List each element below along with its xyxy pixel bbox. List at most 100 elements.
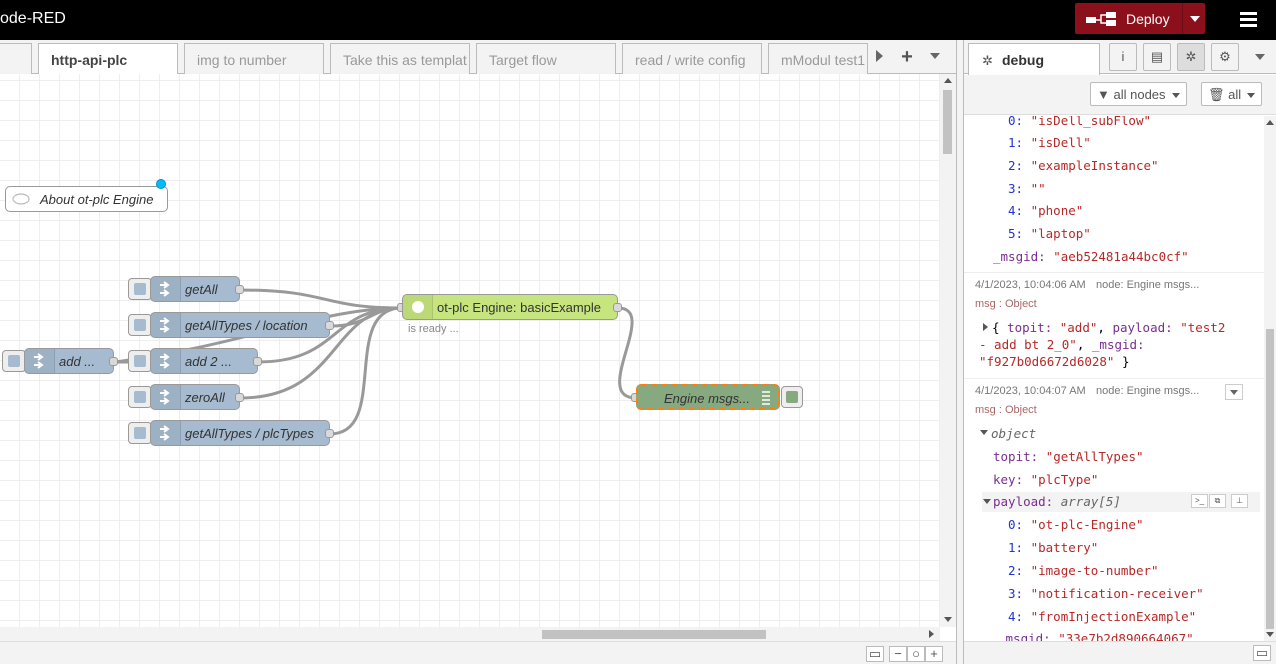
tab-http-api-plc[interactable]: http-api-plc <box>38 43 178 75</box>
output-port[interactable] <box>325 321 334 330</box>
inject-node-getall[interactable]: getAll <box>150 276 240 302</box>
changed-indicator <box>156 179 166 189</box>
output-port[interactable] <box>235 285 244 294</box>
menu-icon <box>1240 12 1257 15</box>
open-window-icon[interactable]: ▭ <box>1253 645 1271 661</box>
message-timestamp: 4/1/2023, 10:04:06 AM <box>975 279 1086 291</box>
object-label: object <box>991 426 1037 441</box>
deploy-button[interactable]: Deploy <box>1075 3 1205 34</box>
tab-take-this-as-template[interactable]: Take this as templat <box>330 43 470 74</box>
engine-icon <box>403 295 433 319</box>
inject-node-getalltypes-location[interactable]: getAllTypes / location <box>150 312 330 338</box>
zoom-out-icon[interactable]: − <box>889 646 907 662</box>
workspace-footer: ▭ − ○ + <box>0 641 956 664</box>
list-item: 0: "ot-plc-Engine" <box>1008 517 1144 532</box>
tab-img-to-number[interactable]: img to number <box>184 43 324 74</box>
clear-messages-button[interactable]: 🗑 all <box>1201 82 1263 106</box>
collapse-icon[interactable] <box>980 430 988 435</box>
workspace-tabbar: http-api-plc img to number Take this as … <box>0 40 956 75</box>
inject-label-getall: getAll <box>185 282 218 297</box>
comment-label: About ot-plc Engine <box>40 192 154 207</box>
workspace-horizontal-scrollbar[interactable] <box>0 627 940 641</box>
comment-node-about[interactable]: About ot-plc Engine <box>5 186 168 212</box>
inject-label-add2: add 2 ... <box>185 354 232 369</box>
list-item: 3: "notification-receiver" <box>1008 586 1204 601</box>
tab-list-button[interactable] <box>930 53 940 59</box>
message-node[interactable]: node: Engine msgs... <box>1096 385 1199 397</box>
info-icon[interactable]: i <box>1109 43 1137 71</box>
debug-list-icon <box>762 391 770 405</box>
inject-button-getall[interactable] <box>128 278 152 300</box>
inject-button-zeroall[interactable] <box>128 386 152 408</box>
flow-workspace[interactable]: About ot-plc Engine getAll getAllTypes /… <box>0 74 940 627</box>
inject-arrow-icon <box>151 313 181 337</box>
deploy-options-button[interactable] <box>1182 3 1205 34</box>
tab-target-flow[interactable]: Target flow <box>476 43 616 74</box>
inject-arrow-icon <box>151 349 181 373</box>
zoom-in-icon[interactable]: + <box>925 646 943 662</box>
app-header: ode-RED Deploy <box>0 0 1276 40</box>
pin-icon[interactable]: ⊥ <box>1231 494 1248 508</box>
add-tab-button[interactable]: + <box>896 46 918 68</box>
debug-message-list[interactable]: 0: "isDell_subFlow" 1: "isDell" 2: "exam… <box>964 116 1264 641</box>
copy-value-icon[interactable]: ⧉ <box>1209 494 1226 508</box>
message-body-line2: - add bt 2_0", _msgid: <box>979 337 1145 352</box>
debug-label: Engine msgs... <box>664 391 750 406</box>
map-icon[interactable]: ▭ <box>866 646 884 662</box>
sidebar-splitter[interactable] <box>956 40 964 664</box>
collapse-icon[interactable] <box>983 499 991 504</box>
inject-button-plctypes[interactable] <box>128 422 152 444</box>
book-icon[interactable]: ▤ <box>1143 43 1171 71</box>
list-item: 3: "" <box>1008 181 1046 196</box>
inject-button-location[interactable] <box>128 314 152 336</box>
sidebar-tabs: ✲ debug i ▤ ✲ ⚙ <box>964 40 1276 75</box>
message-node[interactable]: node: Engine msgs... <box>1096 279 1199 291</box>
bug-icon[interactable]: ✲ <box>1177 43 1205 71</box>
zoom-reset-icon[interactable]: ○ <box>907 646 925 662</box>
debug-node-engine-msgs[interactable]: Engine msgs... <box>636 384 780 410</box>
message-menu-button[interactable] <box>1225 384 1243 400</box>
output-port[interactable] <box>325 429 334 438</box>
property-payload[interactable]: payload: array[5] <box>993 494 1121 509</box>
deploy-main-button[interactable]: Deploy <box>1075 3 1182 34</box>
inject-node-getalltypes-plctypes[interactable]: getAllTypes / plcTypes <box>150 420 330 446</box>
workspace-vertical-scrollbar[interactable] <box>940 74 956 627</box>
output-port[interactable] <box>613 303 622 312</box>
debug-scrollbar[interactable] <box>1264 116 1276 641</box>
app-title: ode-RED <box>0 10 66 27</box>
list-item: 5: "laptop" <box>1008 226 1091 241</box>
inject-label-add: add ... <box>59 354 96 369</box>
inject-node-add2[interactable]: add 2 ... <box>150 348 258 374</box>
main-menu-button[interactable] <box>1236 8 1260 32</box>
bug-icon: ✲ <box>982 53 993 68</box>
tab-0[interactable] <box>0 43 32 74</box>
debug-toggle-button[interactable] <box>781 386 803 408</box>
tab-debug[interactable]: ✲ debug <box>968 43 1100 75</box>
tab-mmodul-test1[interactable]: mModul test1 <box>768 43 868 74</box>
list-item: 4: "phone" <box>1008 203 1084 218</box>
inject-node-add[interactable]: add ... <box>24 348 114 374</box>
inject-button-add[interactable] <box>2 350 26 372</box>
message-body-line1[interactable]: { topit: "add", payload: "test2 <box>992 320 1225 335</box>
engine-node-basicexample[interactable]: ot-plc Engine: basicExample <box>402 294 618 320</box>
deploy-icon <box>1086 12 1116 26</box>
wire-getall-engine <box>239 288 403 310</box>
output-port[interactable] <box>235 393 244 402</box>
inject-node-zeroall[interactable]: zeroAll <box>150 384 240 410</box>
engine-label: ot-plc Engine: basicExample <box>437 300 602 315</box>
filter-nodes-button[interactable]: ▼ all nodes <box>1090 82 1187 106</box>
wire-engine-debug <box>617 306 637 400</box>
output-port[interactable] <box>253 357 262 366</box>
list-item: 1: "battery" <box>1008 540 1099 555</box>
inject-button-add2[interactable] <box>128 350 152 372</box>
expand-icon[interactable] <box>983 323 988 331</box>
sidebar: ✲ debug i ▤ ✲ ⚙ ▼ all nodes 🗑 all 0: "is… <box>964 40 1276 664</box>
copy-path-icon[interactable]: >_ <box>1191 494 1208 508</box>
output-port[interactable] <box>109 357 118 366</box>
gear-icon[interactable]: ⚙ <box>1211 43 1239 71</box>
tab-scroll-right-button[interactable] <box>872 47 886 67</box>
message-type: msg : Object <box>975 298 1037 310</box>
sidebar-more-button[interactable] <box>1255 54 1265 60</box>
tab-read-write-config[interactable]: read / write config <box>622 43 762 74</box>
msgid-line: _msgid: "33e7b2d890664067" <box>998 631 1194 641</box>
